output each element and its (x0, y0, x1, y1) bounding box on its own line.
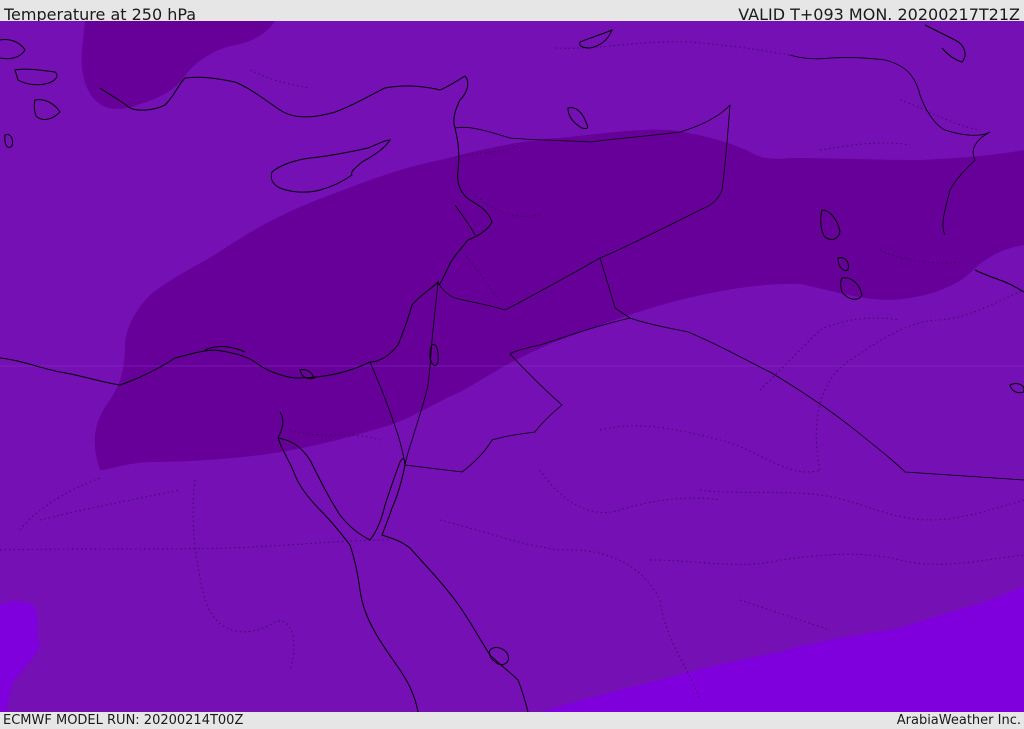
map-canvas[interactable] (0, 21, 1024, 712)
model-run-label: ECMWF MODEL RUN: 20200214T00Z (3, 713, 244, 728)
footer-bar: ECMWF MODEL RUN: 20200214T00Z ArabiaWeat… (0, 712, 1024, 729)
map-svg (0, 21, 1024, 712)
weather-map-frame: Temperature at 250 hPa VALID T+093 MON. … (0, 0, 1024, 729)
credit-label: ArabiaWeather Inc. (896, 713, 1021, 728)
header-bar: Temperature at 250 hPa VALID T+093 MON. … (0, 0, 1024, 24)
